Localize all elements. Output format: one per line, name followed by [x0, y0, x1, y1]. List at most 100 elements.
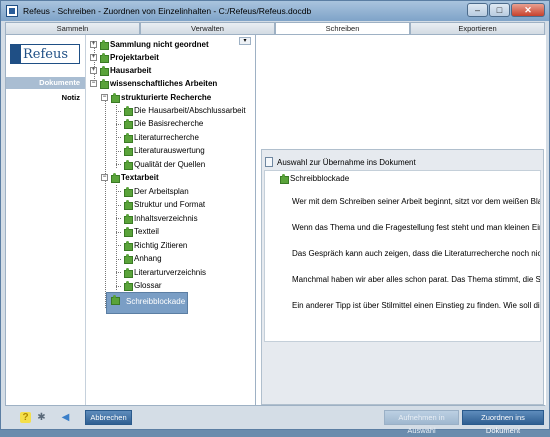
sidebar-item-notiz[interactable]: Notiz — [6, 92, 85, 104]
selection-item[interactable]: Schreibblockade — [279, 172, 349, 184]
refeus-logo: Refeus — [10, 44, 80, 64]
tree-node-label: Glossar — [134, 281, 162, 290]
tree-node-label: Hausarbeit — [110, 66, 152, 75]
tree-line — [116, 111, 121, 112]
logo-mark — [11, 45, 21, 63]
paragraph[interactable]: Wenn das Thema und die Fragestellung fes… — [292, 223, 540, 232]
tree-node[interactable]: − strukturierte Recherche — [101, 91, 211, 104]
puzzle-icon — [99, 40, 109, 50]
puzzle-icon — [279, 173, 289, 184]
collapse-toggle[interactable]: − — [101, 94, 108, 101]
collapse-toggle[interactable]: − — [101, 174, 108, 181]
selection-list[interactable]: Schreibblockade Wer mit dem Schreiben se… — [264, 170, 541, 342]
tree-node[interactable]: Richtig Zitieren — [123, 239, 187, 252]
tree-node-label: Textarbeit — [121, 173, 159, 182]
collapse-toggle[interactable]: − — [90, 80, 97, 87]
tree-node[interactable]: Schreibblockade — [110, 294, 186, 309]
tree-node-label: Literaturrecherche — [134, 133, 199, 142]
tree-node-label: Sammlung nicht geordnet — [110, 40, 209, 49]
tree-node-label: Die Basisrecherche — [134, 119, 204, 128]
title-bar[interactable]: Refeus - Schreiben - Zuordnen von Einzel… — [1, 1, 549, 21]
tree-line — [116, 185, 117, 290]
tree-node[interactable]: Glossar — [123, 279, 162, 292]
tree-node[interactable]: Der Arbeitsplan — [123, 185, 189, 198]
puzzle-icon — [123, 106, 133, 116]
document-icon — [265, 157, 273, 167]
tree-line — [116, 245, 121, 246]
selection-item-label: Schreibblockade — [290, 173, 350, 183]
add-to-selection-button[interactable]: Aufnehmen in Auswahl — [384, 410, 459, 435]
tree-node[interactable]: + Projektarbeit — [90, 51, 159, 64]
expand-toggle[interactable]: + — [90, 54, 97, 61]
gear-icon[interactable]: ✱ — [36, 412, 47, 423]
close-button[interactable]: ✕ — [511, 3, 545, 17]
document-tree[interactable]: ▾ + Sammlung nicht geordnet + Projektarbei… — [85, 35, 256, 405]
paragraph[interactable]: Wer mit dem Schreiben seiner Arbeit begi… — [292, 197, 540, 206]
tree-line — [116, 286, 121, 287]
puzzle-icon — [110, 173, 120, 183]
tree-node[interactable]: + Sammlung nicht geordnet — [90, 38, 209, 51]
tree-node[interactable]: Die Basisrecherche — [123, 117, 203, 130]
minimize-button[interactable]: – — [467, 3, 488, 17]
sidebar-item-dokumente[interactable]: Dokumente — [6, 77, 85, 89]
tab-verwalten[interactable]: Verwalten — [140, 22, 275, 34]
puzzle-icon — [99, 79, 109, 89]
puzzle-icon — [123, 254, 133, 264]
tree-line — [116, 218, 121, 219]
tree-line — [116, 124, 121, 125]
window-controls: – □ ✕ — [467, 3, 545, 17]
tree-node-label: Literarturverzeichnis — [134, 268, 207, 277]
puzzle-icon — [123, 241, 133, 251]
puzzle-icon — [123, 146, 133, 156]
tree-node[interactable]: Textteil — [123, 225, 159, 238]
app-window: Refeus - Schreiben - Zuordnen von Einzel… — [0, 0, 550, 435]
help-icon[interactable]: ? — [20, 412, 31, 423]
tab-exportieren[interactable]: Exportieren — [410, 22, 545, 34]
tree-node-label: Projektarbeit — [110, 53, 159, 62]
tree-node[interactable]: Literaturauswertung — [123, 144, 205, 157]
assign-to-document-button[interactable]: Zuordnen ins Dokument — [462, 410, 544, 435]
tree-node-label: strukturierte Recherche — [121, 93, 212, 102]
paragraph[interactable]: Ein anderer Tipp ist über Stilmittel ein… — [292, 301, 540, 310]
tree-line — [116, 164, 121, 165]
paragraph[interactable]: Das Gespräch kann auch zeigen, dass die … — [292, 249, 540, 258]
puzzle-icon — [99, 53, 109, 63]
tree-node[interactable]: Qualität der Quellen — [123, 158, 205, 171]
tree-node-selected[interactable]: Schreibblockade — [106, 292, 188, 314]
tree-node[interactable]: Die Hausarbeit/Abschlussarbeit — [123, 104, 246, 117]
puzzle-icon — [123, 214, 133, 224]
cancel-button[interactable]: Abbrechen — [85, 410, 132, 425]
sidebar: Refeus Dokumente Notiz — [6, 35, 85, 405]
tree-node[interactable]: + Hausarbeit — [90, 64, 151, 77]
tree-line — [116, 232, 121, 233]
tree-line — [116, 191, 121, 192]
tree-node-label: Schreibblockade — [126, 297, 186, 306]
tab-schreiben[interactable]: Schreiben — [275, 22, 410, 34]
maximize-button[interactable]: □ — [489, 3, 510, 17]
expand-toggle[interactable]: + — [90, 41, 97, 48]
tree-dropdown-button[interactable]: ▾ — [239, 37, 251, 45]
tree-line — [105, 95, 106, 308]
back-arrow-icon[interactable]: ◀ — [60, 412, 71, 423]
selection-header-label: Auswahl zur Übernahme ins Dokument — [277, 157, 416, 167]
tree-node-label: Der Arbeitsplan — [134, 187, 189, 196]
tree-node[interactable]: Inhaltsverzeichnis — [123, 212, 198, 225]
tree-node[interactable]: Literarturverzeichnis — [123, 266, 206, 279]
tree-node-label: Die Hausarbeit/Abschlussarbeit — [134, 106, 246, 115]
tree-node[interactable]: Literaturrecherche — [123, 131, 199, 144]
tab-sammeln[interactable]: Sammeln — [5, 22, 140, 34]
tree-node[interactable]: − wissenschaftliches Arbeiten — [90, 77, 217, 90]
tree-node[interactable]: Anhang — [123, 252, 162, 265]
puzzle-icon — [123, 187, 133, 197]
selection-header: Auswahl zur Übernahme ins Dokument — [265, 156, 416, 168]
tree-node[interactable]: Struktur und Format — [123, 198, 205, 211]
paragraph[interactable]: Manchmal haben wir aber alles schon para… — [292, 275, 540, 284]
tree-node-label: wissenschaftliches Arbeiten — [110, 79, 218, 88]
expand-toggle[interactable]: + — [90, 67, 97, 74]
empty-area — [257, 35, 546, 147]
tree-node[interactable]: − Textarbeit — [101, 171, 159, 184]
puzzle-icon — [110, 294, 124, 309]
puzzle-icon — [123, 227, 133, 237]
bottom-toolbar: ? ✱ ◀ Abbrechen Aufnehmen in Auswahl Zuo… — [1, 407, 549, 435]
main-tabs: Sammeln Verwalten Schreiben Exportieren — [5, 22, 545, 34]
